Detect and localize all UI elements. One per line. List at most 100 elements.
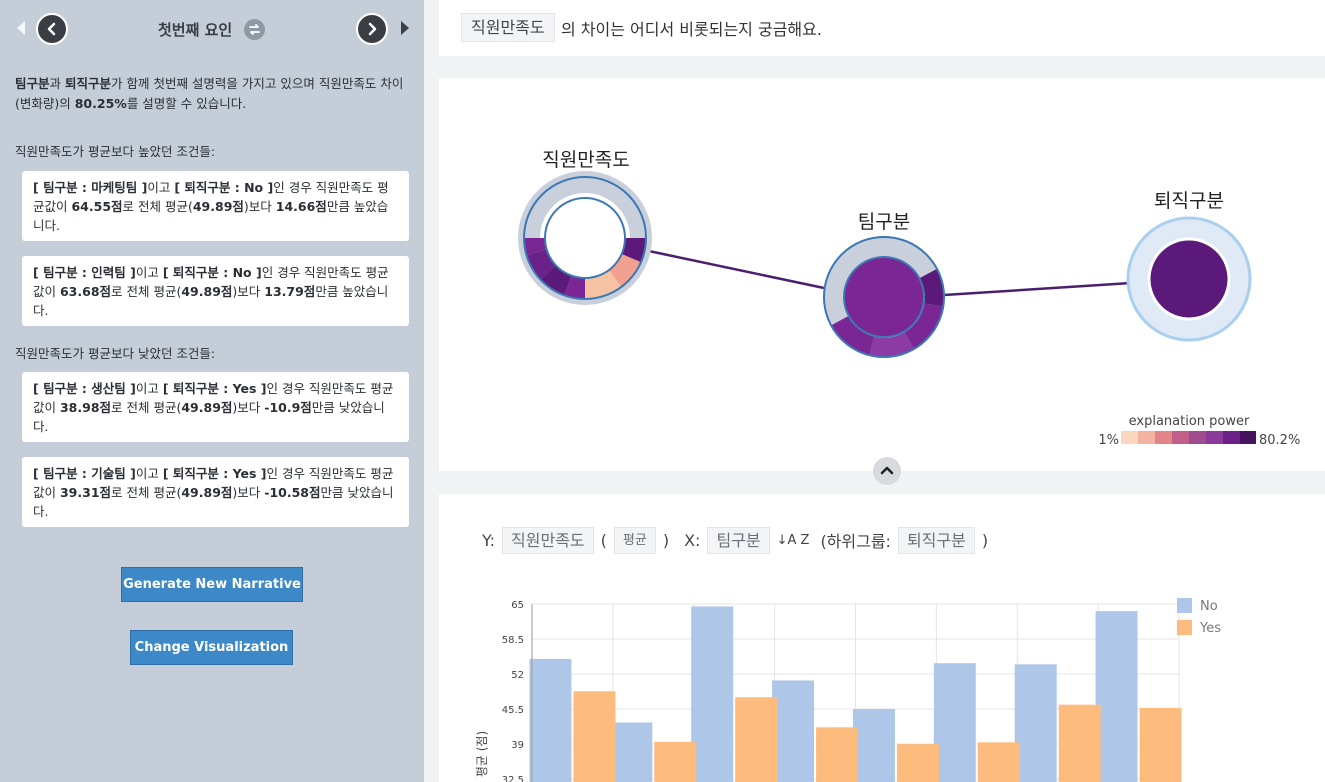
- card-text: 로 전체 평균(: [122, 199, 193, 214]
- scroll-right-arrow-icon[interactable]: [401, 21, 409, 35]
- node-label-team: 팀구분: [858, 211, 910, 233]
- scroll-left-arrow-icon[interactable]: [17, 21, 25, 35]
- card-text: 이고: [135, 466, 163, 481]
- high-conditions-label: 직원만족도가 평균보다 높았던 조건들:: [15, 144, 216, 159]
- bar: [610, 722, 653, 782]
- low-conditions-label: 직원만족도가 평균보다 낮았던 조건들:: [15, 346, 216, 361]
- bar: [977, 742, 1020, 782]
- legend-swatch: [1177, 598, 1192, 613]
- card-value: 49.89점: [181, 284, 233, 299]
- bar: [691, 606, 734, 782]
- y-tick-label: 65: [511, 600, 524, 611]
- bar: [816, 727, 859, 782]
- summary-var-a: 팀구분: [15, 76, 50, 91]
- bar: [1095, 611, 1138, 782]
- bar: [735, 697, 778, 782]
- y-tick-label: 32.5: [502, 775, 524, 782]
- condition-card: [ 팀구분 : 기술팀 ]이고 [ 퇴직구분 : Yes ]인 경우 직원만족도…: [22, 457, 409, 527]
- summary-text: 를 설명할 수 있습니다.: [126, 96, 247, 111]
- factor-graph: 직원만족도 팀구분 퇴직구분 explanation power 1% 80.2…: [518, 149, 1300, 448]
- legend-swatch: [1189, 431, 1206, 444]
- graph-link: [943, 281, 1132, 297]
- condition-var: [ 팀구분 : 생산팀 ]: [33, 381, 136, 396]
- bar: [852, 709, 895, 782]
- chevron-left-icon: [47, 22, 56, 36]
- card-text: 이고: [135, 265, 163, 280]
- card-value: -10.9점: [264, 400, 312, 415]
- node-label-retire: 퇴직구분: [1154, 190, 1224, 212]
- node-core: [843, 256, 925, 338]
- legend-label: Yes: [1199, 621, 1221, 636]
- summary-text: 과: [49, 76, 65, 91]
- factor-title: 첫번째 요인: [158, 21, 233, 39]
- y-tick-label: 45.5: [502, 705, 524, 716]
- chart-axis: 65 58.5 52 45.5 39 32.5 평균 (점): [475, 600, 533, 782]
- chevron-right-icon: [368, 22, 377, 36]
- legend-max: 80.2%: [1259, 433, 1300, 448]
- narrative-sidebar: 첫번째 요인 팀구분과 퇴직구분가 함께 첫번째 설명력을 가지고 있으며 직원…: [0, 0, 424, 782]
- condition-var: [ 팀구분 : 기술팀 ]: [33, 466, 136, 481]
- legend-swatch: [1138, 431, 1155, 444]
- collapse-graph-button[interactable]: [873, 457, 901, 485]
- condition-var: [ 퇴직구분 : Yes ]: [162, 381, 267, 396]
- factor-graph-panel: 직원만족도 팀구분 퇴직구분 explanation power 1% 80.2…: [439, 78, 1325, 471]
- card-text: 이고: [135, 381, 163, 396]
- bar: [933, 663, 976, 782]
- bar: [1014, 664, 1057, 782]
- chart-legend: No Yes: [1177, 598, 1221, 636]
- prev-factor-button[interactable]: [36, 13, 68, 45]
- legend-swatch: [1155, 431, 1172, 444]
- bar: [1058, 704, 1101, 782]
- question-bar: 직원만족도 의 차이는 어디서 비롯되는지 궁금해요.: [439, 0, 1325, 56]
- legend-swatch: [1223, 431, 1240, 444]
- graph-link: [643, 248, 825, 290]
- node-retire[interactable]: 퇴직구분: [1126, 190, 1252, 342]
- summary-var-b: 퇴직구분: [65, 76, 112, 91]
- condition-var: [ 퇴직구분 : No ]: [174, 180, 274, 195]
- card-text: )보다: [243, 199, 276, 214]
- bar: [1139, 707, 1182, 782]
- card-text: 로 전체 평균(: [111, 485, 182, 500]
- legend-label: No: [1200, 599, 1218, 614]
- legend-swatch: [1121, 431, 1138, 444]
- condition-var: [ 팀구분 : 마케팅팀 ]: [33, 180, 148, 195]
- condition-card: [ 팀구분 : 마케팅팀 ]이고 [ 퇴직구분 : No ]인 경우 직원만족도…: [22, 171, 409, 241]
- condition-card: [ 팀구분 : 인력팀 ]이고 [ 퇴직구분 : No ]인 경우 직원만족도 …: [22, 256, 409, 326]
- target-variable-tag[interactable]: 직원만족도: [461, 13, 555, 42]
- card-text: )보다: [232, 400, 265, 415]
- legend-swatch: [1172, 431, 1189, 444]
- legend-min: 1%: [1098, 433, 1119, 448]
- bar: [772, 680, 815, 782]
- app-root: 첫번째 요인 팀구분과 퇴직구분가 함께 첫번째 설명력을 가지고 있으며 직원…: [0, 0, 1325, 782]
- legend-swatch: [1206, 431, 1223, 444]
- card-value: 49.89점: [181, 485, 233, 500]
- card-text: 로 전체 평균(: [111, 284, 182, 299]
- legend-title: explanation power: [1129, 414, 1250, 429]
- node-core: [544, 197, 626, 279]
- generate-narrative-button[interactable]: Generate New Narrative: [121, 567, 303, 602]
- change-visualization-button[interactable]: Change Visualization: [130, 630, 293, 665]
- node-target[interactable]: 직원만족도: [518, 149, 652, 305]
- y-tick-label: 52: [511, 670, 524, 681]
- explanation-power-legend: explanation power 1% 80.2%: [1098, 414, 1300, 448]
- swap-icon[interactable]: [244, 19, 265, 40]
- node-team[interactable]: 팀구분: [823, 211, 945, 358]
- bar: [654, 741, 697, 782]
- bar-chart: 65 58.5 52 45.5 39 32.5 평균 (점) No Yes: [475, 598, 1221, 782]
- card-value: 63.68점: [59, 284, 112, 299]
- card-value: 49.89점: [192, 199, 244, 214]
- swap-arrows-icon: [249, 24, 260, 35]
- y-axis-title: 평균 (점): [475, 731, 489, 777]
- legend-swatch: [1240, 431, 1256, 444]
- card-value: -10.58점: [264, 485, 321, 500]
- card-text: )보다: [232, 485, 265, 500]
- card-value: 14.66점: [275, 199, 327, 214]
- bar: [896, 744, 939, 782]
- summary-percent: 80.25%: [74, 96, 127, 111]
- node-label-target: 직원만족도: [542, 149, 629, 171]
- next-factor-button[interactable]: [356, 13, 388, 45]
- card-value: 49.89점: [181, 400, 233, 415]
- node-core: [1147, 237, 1231, 321]
- condition-var: [ 퇴직구분 : Yes ]: [162, 466, 267, 481]
- bar: [529, 658, 572, 782]
